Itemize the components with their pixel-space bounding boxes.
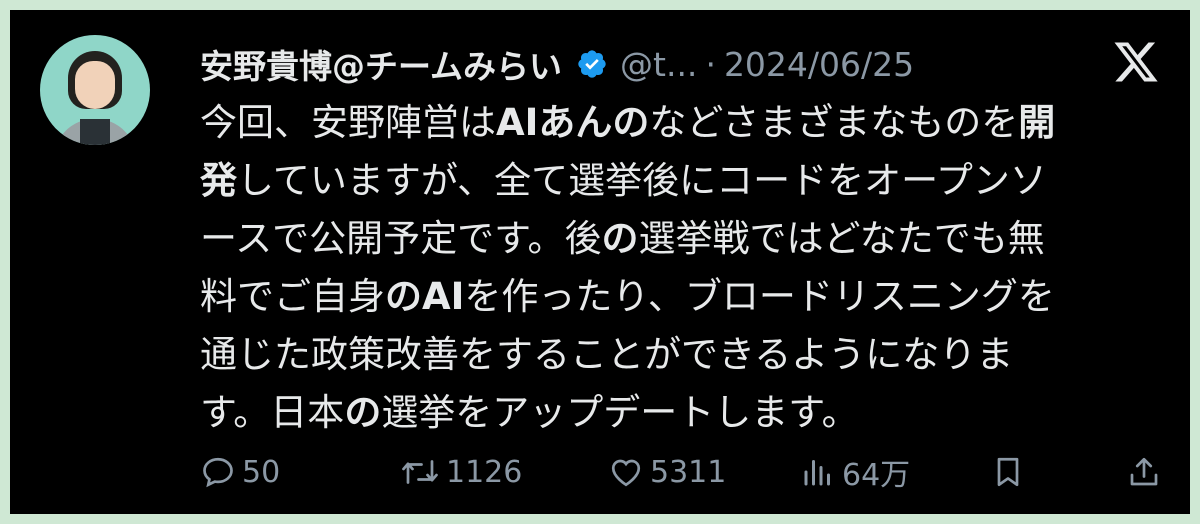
tweet-text-segment: していますが、全て選挙後にコードをオープンソ xyxy=(237,159,1047,202)
tweet-text-segment: などさまざまなものを xyxy=(649,101,1019,144)
author-name[interactable]: 安野貴博@チームみらい xyxy=(200,40,562,88)
views-button[interactable]: 64万 xyxy=(800,450,910,494)
share-button[interactable] xyxy=(1126,450,1168,494)
share-icon xyxy=(1130,457,1158,486)
tweet-text-segment: 選挙をアップデートします。 xyxy=(381,391,859,434)
tweet-text-segment: 今回、安野陣営は xyxy=(200,101,496,144)
author-handle[interactable]: @t... xyxy=(620,45,697,84)
tweet-text-bold-segment: の xyxy=(344,391,382,434)
tweet-text-segment: 料でご自身 xyxy=(200,275,385,318)
tweet-text-bold-segment: のAI xyxy=(385,275,465,318)
tweet-text-bold-segment: AIあんの xyxy=(496,101,650,144)
author-avatar[interactable] xyxy=(40,35,150,145)
reply-icon xyxy=(203,457,233,488)
retweet-count: 1126 xyxy=(446,454,523,490)
tweet-text-line: ースで公開予定です。後の選挙戦ではどなたでも無 xyxy=(200,210,1160,268)
retweet-button[interactable]: 1126 xyxy=(400,450,522,494)
tweet-text-line: 通じた政策改善をすることができるようになりま xyxy=(200,326,1160,384)
views-icon xyxy=(804,460,830,486)
like-button[interactable]: 5311 xyxy=(608,450,726,494)
header-separator: · xyxy=(705,44,716,84)
tweet-text-line: す。日本の選挙をアップデートします。 xyxy=(200,384,1160,442)
tweet-header: 安野貴博@チームみらい @t... · 2024/06/25 xyxy=(200,40,1160,88)
bookmark-button[interactable] xyxy=(990,450,1032,494)
tweet-text-bold-segment: 開 xyxy=(1018,101,1056,144)
avatar-face xyxy=(75,61,115,109)
tweet-text-line: 発していますが、全て選挙後にコードをオープンソ xyxy=(200,152,1160,210)
tweet-text: 今回、安野陣営はAIあんのなどさまざまなものを開 発していますが、全て選挙後にコー… xyxy=(200,94,1160,442)
like-count: 5311 xyxy=(650,454,727,490)
verified-badge-icon xyxy=(578,50,606,78)
tweet-text-line: 料でご自身のAIを作ったり、ブロードリスニングを xyxy=(200,268,1160,326)
tweet-text-segment: 通じた政策改善をすることができるようになりま xyxy=(200,333,1014,376)
tweet-text-bold-segment: の xyxy=(601,217,639,260)
tweet-actions: 50 1126 5311 64万 xyxy=(200,450,1160,494)
tweet-date[interactable]: 2024/06/25 xyxy=(724,45,914,84)
avatar-shirt xyxy=(80,119,110,145)
tweet-text-bold-segment: 発 xyxy=(200,159,237,202)
x-logo-icon[interactable] xyxy=(1112,38,1160,86)
bookmark-icon xyxy=(997,457,1019,487)
tweet-text-line: 今回、安野陣営はAIあんのなどさまざまなものを開 xyxy=(200,94,1160,152)
retweet-icon xyxy=(402,460,438,484)
tweet-card: 安野貴博@チームみらい @t... · 2024/06/25 今回、安野陣営はA… xyxy=(10,10,1190,514)
tweet-text-segment: ースで公開予定です。後 xyxy=(200,217,602,260)
tweet-text-segment: す。日本 xyxy=(200,391,345,434)
tweet-text-segment: を作ったり、ブロードリスニングを xyxy=(464,275,1055,318)
reply-count: 50 xyxy=(242,454,281,490)
tweet-text-segment: 選挙戦ではどなたでも無 xyxy=(638,217,1045,260)
heart-icon xyxy=(611,459,641,487)
view-count: 64万 xyxy=(842,458,911,493)
reply-button[interactable]: 50 xyxy=(200,450,280,494)
